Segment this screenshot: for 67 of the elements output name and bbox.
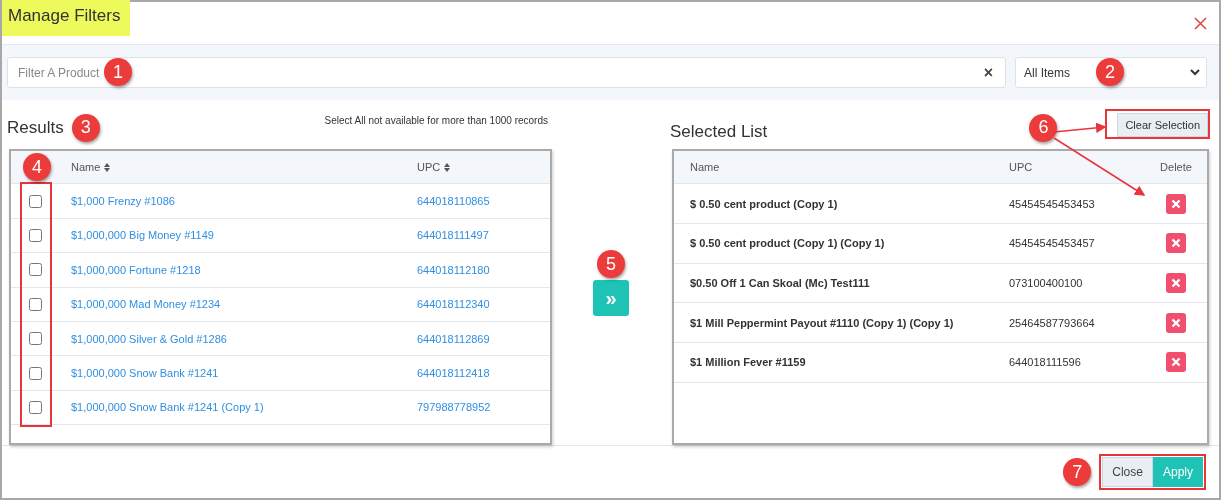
upc-link[interactable]: 797988778952: [417, 401, 550, 414]
product-name-link[interactable]: $1,000 Frenzy #1086: [71, 195, 417, 208]
close-icon: [1171, 278, 1181, 289]
product-name-link[interactable]: $1,000,000 Fortune #1218: [71, 263, 417, 276]
upc-cell-text: 45454545453453: [1009, 197, 1096, 210]
upc-link[interactable]: 644018110865: [417, 195, 550, 208]
column-header: Name: [690, 161, 721, 174]
close-icon: [1171, 238, 1181, 249]
row-checkbox[interactable]: [29, 194, 42, 208]
product-name-link[interactable]: $1,000,000 Big Money #1149: [71, 229, 417, 242]
row-checkbox[interactable]: [29, 400, 42, 414]
delete-button[interactable]: [1166, 312, 1186, 333]
product-name-link[interactable]: $1,000,000 Mad Money #1234: [71, 298, 417, 311]
upc-link[interactable]: 644018112869: [417, 332, 550, 345]
sort-icon[interactable]: [444, 162, 451, 172]
clear-selection-button[interactable]: Clear Selection: [1117, 112, 1208, 137]
selected-list-title: Selected List: [670, 121, 768, 142]
search-field[interactable]: Filter A Product × 1: [7, 57, 1006, 88]
upc-cell-text: 25464587793664: [1009, 316, 1096, 329]
callout-badge: 5: [597, 250, 625, 278]
chevron-icon: [1190, 69, 1200, 76]
product-name-link[interactable]: $1,000,000 Snow Bank #1241 (Copy 1): [71, 401, 417, 414]
callout-badge: 3: [71, 113, 100, 142]
close-icon: [1171, 357, 1181, 368]
product-name: $ 0.50 cent product (Copy 1) (Copy 1): [690, 237, 886, 250]
move-button[interactable]: »: [593, 280, 629, 316]
apply-button[interactable]: Apply: [1152, 457, 1203, 487]
window-title: Manage Filters: [2, 0, 131, 36]
product-name: $ 0.50 cent product (Copy 1): [690, 197, 839, 210]
column-header[interactable]: Name: [71, 161, 101, 174]
upc-cell-text: 073100400100: [1009, 277, 1084, 290]
product-name: $0.50 Off 1 Can Skoal (Mc) Test111: [690, 277, 871, 290]
column-header[interactable]: UPC: [417, 161, 441, 174]
close-icon: [1171, 317, 1181, 328]
upc-cell-text: 644018111596: [1009, 356, 1082, 369]
close-button[interactable]: Close: [1102, 457, 1153, 487]
row-checkbox[interactable]: [29, 332, 42, 346]
column-header: UPC: [1009, 161, 1034, 174]
row-checkbox[interactable]: [29, 297, 42, 311]
sort-icon[interactable]: [104, 162, 111, 172]
product-name-link[interactable]: $1,000,000 Silver & Gold #1286: [71, 332, 417, 345]
upc-cell-text: 45454545453457: [1009, 237, 1096, 250]
close-icon[interactable]: [1194, 16, 1207, 30]
column-header: Delete: [1160, 161, 1192, 174]
clear-icon[interactable]: ×: [983, 63, 993, 82]
product-name-link[interactable]: $1,000,000 Snow Bank #1241: [71, 367, 417, 379]
product-name: $1 Million Fever #1159: [690, 356, 807, 369]
delete-button[interactable]: [1166, 352, 1186, 373]
results-title: Results: [7, 117, 64, 138]
upc-link[interactable]: 644018112418: [417, 367, 550, 379]
delete-button[interactable]: [1166, 233, 1186, 254]
category-dropdown[interactable]: All Items 2: [1015, 57, 1207, 88]
row-checkbox[interactable]: [29, 263, 42, 277]
upc-link[interactable]: 644018112340: [417, 298, 550, 311]
callout-badge: 6: [1029, 113, 1058, 142]
row-checkbox[interactable]: [29, 228, 42, 242]
upc-link[interactable]: 644018111497: [417, 229, 550, 242]
delete-button[interactable]: [1166, 193, 1186, 214]
callout-badge: 7: [1063, 458, 1092, 486]
select-all-note: Select All not available for more than 1000 records: [324, 115, 548, 127]
upc-link[interactable]: 644018112180: [417, 263, 550, 276]
delete-button[interactable]: [1166, 273, 1186, 294]
callout-badge: 1: [104, 58, 132, 86]
product-name: $1 Mill Peppermint Payout #1110 (Copy 1) (Copy 1): [690, 316, 955, 329]
callout-badge: 2: [1096, 58, 1124, 86]
row-checkbox[interactable]: [29, 366, 42, 380]
close-icon: [1171, 198, 1181, 209]
